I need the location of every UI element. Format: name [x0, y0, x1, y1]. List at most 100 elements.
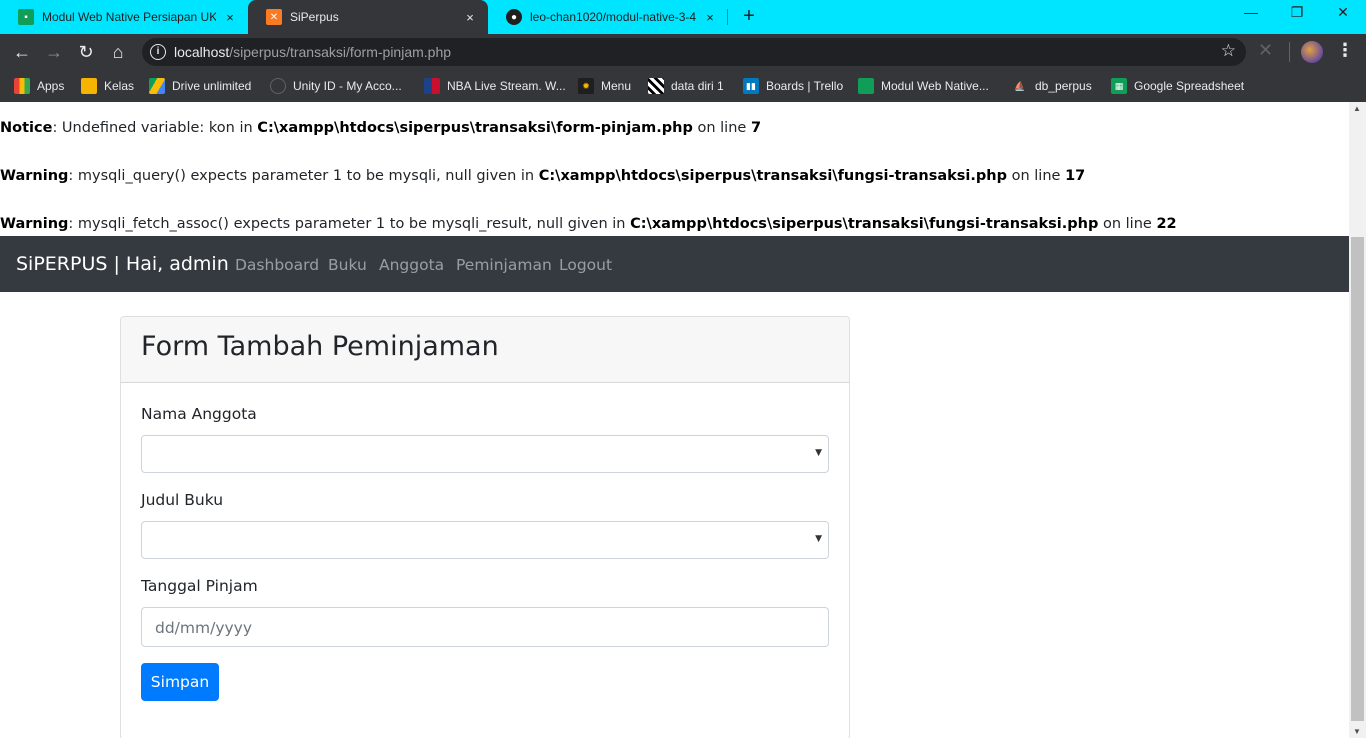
- home-icon[interactable]: ⌂: [106, 40, 130, 64]
- book-select[interactable]: ▼: [141, 521, 829, 559]
- bookmark-kelas[interactable]: Kelas: [81, 76, 134, 96]
- bookmark-data-diri[interactable]: data diri 1: [648, 76, 724, 96]
- message-on-line: on line: [692, 120, 751, 136]
- message-level: Warning: [0, 168, 69, 184]
- reload-icon[interactable]: ↻: [74, 40, 98, 64]
- unity-icon: [270, 78, 286, 94]
- message-level: Notice: [0, 120, 53, 136]
- bookmark-modul-web-native[interactable]: Modul Web Native...: [858, 76, 989, 96]
- bookmarks-bar: Apps Kelas Drive unlimited Unity ID - My…: [0, 70, 1366, 102]
- bookmark-star-icon[interactable]: ☆: [1221, 41, 1236, 61]
- scrollbar-thumb[interactable]: [1351, 237, 1364, 721]
- menu-bookmark-icon: ✹: [578, 78, 594, 94]
- tab-modul-web-native[interactable]: ▪ Modul Web Native Persiapan UKK ×: [0, 0, 248, 34]
- profile-avatar[interactable]: [1301, 41, 1323, 63]
- apps-grid-icon: [14, 78, 30, 94]
- nba-icon: [424, 78, 440, 94]
- classroom-icon: [81, 78, 97, 94]
- browser-toolbar: ← → ↻ ⌂ i localhost/siperpus/transaksi/f…: [0, 34, 1366, 70]
- member-select[interactable]: ▼: [141, 435, 829, 473]
- url-host: localhost: [174, 44, 230, 60]
- google-drive-icon: [149, 78, 165, 94]
- bookmark-unity-id[interactable]: Unity ID - My Acco...: [270, 76, 402, 96]
- new-tab-button[interactable]: +: [738, 5, 760, 28]
- bookmark-trello[interactable]: ▮▮ Boards | Trello: [743, 76, 843, 96]
- message-text: : mysqli_fetch_assoc() expects parameter…: [68, 216, 631, 232]
- php-warning: Warning: mysqli_query() expects paramete…: [0, 168, 1085, 184]
- tab-title: leo-chan1020/modul-native-3-4: [530, 10, 696, 24]
- member-label: Nama Anggota: [141, 405, 257, 423]
- php-warning: Warning: mysqli_fetch_assoc() expects pa…: [0, 216, 1177, 232]
- phpmyadmin-icon: ⛵: [1012, 78, 1028, 94]
- tab-title: Modul Web Native Persiapan UKK: [42, 10, 216, 24]
- save-button[interactable]: Simpan: [141, 663, 219, 701]
- forward-arrow-icon[interactable]: →: [42, 40, 66, 64]
- bookmark-label: Drive unlimited: [172, 79, 252, 93]
- extension-x-icon[interactable]: ✕: [1258, 40, 1273, 61]
- bookmark-label: Google Spreadsheet: [1134, 79, 1245, 93]
- bookmark-label: Apps: [37, 79, 65, 93]
- message-on-line: on line: [1007, 168, 1066, 184]
- tab-close-icon[interactable]: ×: [462, 10, 478, 25]
- app-navbar: SiPERPUS | Hai, admin Dashboard Buku Ang…: [0, 236, 1349, 292]
- toolbar-divider: [1289, 42, 1290, 62]
- bookmark-drive-unlimited[interactable]: Drive unlimited: [149, 76, 251, 96]
- bookmark-menu[interactable]: ✹ Menu: [578, 76, 631, 96]
- book-label: Judul Buku: [141, 491, 224, 509]
- message-file: C:\xampp\htdocs\siperpus\transaksi\fungs…: [538, 168, 1007, 184]
- scroll-up-icon[interactable]: ▲: [1353, 104, 1361, 113]
- google-sheets-icon: ▦: [1111, 78, 1127, 94]
- browser-tab-strip: ▪ Modul Web Native Persiapan UKK × ✕ SiP…: [0, 0, 1366, 34]
- scroll-down-icon[interactable]: ▼: [1353, 727, 1361, 736]
- card-header: Form Tambah Peminjaman: [121, 317, 849, 383]
- message-file: C:\xampp\htdocs\siperpus\transaksi\fungs…: [630, 216, 1099, 232]
- bookmark-label: Menu: [601, 79, 632, 93]
- xampp-icon: ✕: [266, 9, 282, 25]
- message-level: Warning: [0, 216, 69, 232]
- nav-link-logout[interactable]: Logout: [559, 256, 612, 274]
- bookmark-google-spreadsheet[interactable]: ▦ Google Spreadsheet: [1111, 76, 1244, 96]
- tab-github-repo[interactable]: ● leo-chan1020/modul-native-3-4 ×: [488, 0, 728, 34]
- date-input[interactable]: dd/mm/yyyy: [141, 607, 829, 647]
- nav-link-dashboard[interactable]: Dashboard: [235, 256, 319, 274]
- message-line: 7: [750, 120, 762, 136]
- message-line: 17: [1065, 168, 1086, 184]
- minimize-button[interactable]: —: [1236, 4, 1266, 20]
- chrome-menu-icon[interactable]: ⋮: [1336, 40, 1354, 61]
- page-scrollbar[interactable]: ▲ ▼: [1349, 102, 1366, 738]
- site-info-icon[interactable]: i: [150, 44, 166, 60]
- back-arrow-icon[interactable]: ←: [10, 40, 34, 64]
- google-classroom-icon: ▪: [18, 9, 34, 25]
- tab-separator: [727, 9, 728, 25]
- tab-close-icon[interactable]: ×: [702, 10, 718, 25]
- chevron-down-icon: ▼: [815, 534, 822, 544]
- bookmark-nba-live[interactable]: NBA Live Stream. W...: [424, 76, 566, 96]
- address-bar[interactable]: i localhost/siperpus/transaksi/form-pinj…: [142, 38, 1246, 66]
- date-label: Tanggal Pinjam: [141, 577, 258, 595]
- tab-siperpus[interactable]: ✕ SiPerpus ×: [248, 0, 488, 34]
- message-on-line: on line: [1098, 216, 1157, 232]
- message-line: 22: [1156, 216, 1177, 232]
- bookmark-label: db_perpus: [1035, 79, 1092, 93]
- github-icon: ●: [506, 9, 522, 25]
- nav-link-buku[interactable]: Buku: [328, 256, 367, 274]
- window-close-button[interactable]: ✕: [1328, 4, 1358, 21]
- url-path: /siperpus/transaksi/form-pinjam.php: [229, 44, 452, 60]
- tab-close-icon[interactable]: ×: [222, 10, 238, 25]
- loan-form-card: Form Tambah Peminjaman Nama Anggota ▼ Ju…: [120, 316, 850, 738]
- bookmark-apps[interactable]: Apps: [14, 76, 64, 96]
- bookmark-db-perpus[interactable]: ⛵ db_perpus: [1012, 76, 1092, 96]
- bookmark-label: data diri 1: [671, 79, 724, 93]
- nav-link-anggota[interactable]: Anggota: [379, 256, 444, 274]
- chevron-down-icon: ▼: [815, 448, 822, 458]
- bookmark-label: Unity ID - My Acco...: [293, 79, 402, 93]
- message-file: C:\xampp\htdocs\siperpus\transaksi\form-…: [257, 120, 693, 136]
- date-input-placeholder: dd/mm/yyyy: [155, 619, 253, 637]
- trello-icon: ▮▮: [743, 78, 759, 94]
- nav-link-peminjaman[interactable]: Peminjaman: [456, 256, 552, 274]
- navbar-brand[interactable]: SiPERPUS | Hai, admin: [16, 253, 229, 275]
- message-text: : mysqli_query() expects parameter 1 to …: [68, 168, 539, 184]
- restore-button[interactable]: ❐: [1282, 4, 1312, 21]
- qr-icon: [648, 78, 664, 94]
- google-classroom-icon: [858, 78, 874, 94]
